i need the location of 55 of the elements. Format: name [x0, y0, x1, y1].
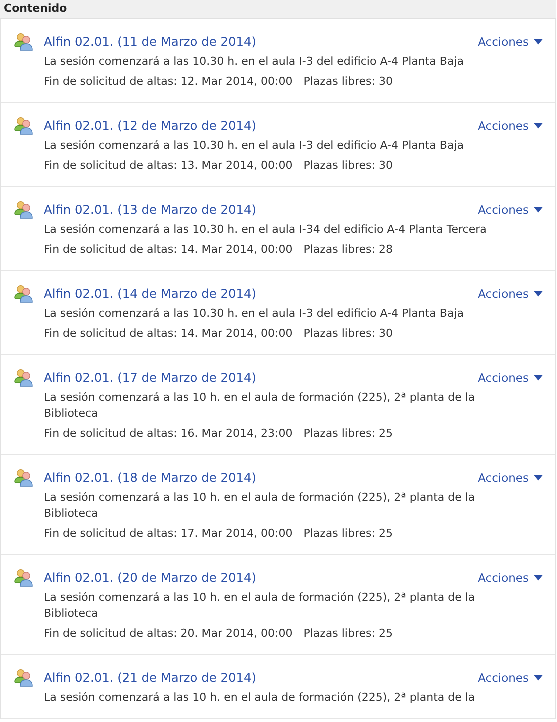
actions-menu-button[interactable]: Acciones — [478, 571, 543, 585]
deadline-text: Fin de solicitud de altas: 16. Mar 2014, 23:00 — [44, 426, 293, 442]
session-description: La sesión comenzará a las 10.30 h. en el aula I-34 del edificio A-4 Planta Tercera — [44, 222, 488, 238]
session-link[interactable]: Alfin 02.01. (12 de Marzo de 2014) — [44, 119, 256, 133]
deadline-text: Fin de solicitud de altas: 14. Mar 2014, 00:00 — [44, 326, 293, 342]
session-description: La sesión comenzará a las 10.30 h. en el aula I-3 del edificio A-4 Planta Baja — [44, 54, 465, 70]
actions-menu-button[interactable]: Acciones — [478, 35, 543, 49]
caret-icon — [534, 575, 543, 581]
caret-icon — [534, 291, 543, 297]
users-icon — [14, 568, 34, 588]
caret-icon — [534, 475, 543, 481]
users-icon — [14, 668, 34, 688]
session-link[interactable]: Alfin 02.01. (20 de Marzo de 2014) — [44, 571, 256, 585]
caret-icon — [534, 207, 543, 213]
caret-icon — [534, 675, 543, 681]
users-icon — [14, 468, 34, 488]
actions-menu-button[interactable]: Acciones — [478, 119, 543, 133]
actions-menu-button[interactable]: Acciones — [478, 371, 543, 385]
session-link[interactable]: Alfin 02.01. (13 de Marzo de 2014) — [44, 203, 256, 217]
session-description: La sesión comenzará a las 10 h. en el aula de formación (225), 2ª planta de la Biblioteca — [44, 590, 476, 622]
session-link[interactable]: Alfin 02.01. (14 de Marzo de 2014) — [44, 287, 256, 301]
actions-menu-button[interactable]: Acciones — [478, 203, 543, 217]
actions-menu-button[interactable]: Acciones — [478, 671, 543, 685]
session-description: La sesión comenzará a las 10 h. en el aula de formación (225), 2ª planta de la Biblioteca — [44, 390, 476, 422]
header-title: Contenido — [4, 2, 68, 15]
actions-menu-button[interactable]: Acciones — [478, 287, 543, 301]
users-icon — [14, 116, 34, 136]
session-description: La sesión comenzará a las 10.30 h. en el aula I-3 del edificio A-4 Planta Baja — [44, 306, 465, 322]
actions-menu-button[interactable]: Acciones — [478, 471, 543, 485]
seats-text: Plazas libres: 28 — [304, 242, 393, 258]
seats-text: Plazas libres: 25 — [304, 626, 393, 642]
deadline-text: Fin de solicitud de altas: 12. Mar 2014, 00:00 — [44, 74, 293, 90]
users-icon — [14, 32, 34, 52]
seats-text: Plazas libres: 30 — [304, 158, 393, 174]
seats-text: Plazas libres: 25 — [304, 426, 393, 442]
seats-text: Plazas libres: 30 — [304, 326, 393, 342]
session-description: La sesión comenzará a las 10 h. en el aula de formación (225), 2ª planta de la — [44, 690, 476, 706]
session-description: La sesión comenzará a las 10.30 h. en el aula I-3 del edificio A-4 Planta Baja — [44, 138, 465, 154]
session-link[interactable]: Alfin 02.01. (17 de Marzo de 2014) — [44, 371, 256, 385]
users-icon — [14, 368, 34, 388]
session-link[interactable]: Alfin 02.01. (18 de Marzo de 2014) — [44, 471, 256, 485]
session-link[interactable]: Alfin 02.01. (11 de Marzo de 2014) — [44, 35, 256, 49]
deadline-text: Fin de solicitud de altas: 20. Mar 2014, 00:00 — [44, 626, 293, 642]
users-icon — [14, 284, 34, 304]
caret-icon — [534, 39, 543, 45]
session-link[interactable]: Alfin 02.01. (21 de Marzo de 2014) — [44, 671, 256, 685]
users-icon — [14, 200, 34, 220]
caret-icon — [534, 375, 543, 381]
seats-text: Plazas libres: 30 — [304, 74, 393, 90]
session-description: La sesión comenzará a las 10 h. en el aula de formación (225), 2ª planta de la Biblioteca — [44, 490, 476, 522]
seats-text: Plazas libres: 25 — [304, 526, 393, 542]
caret-icon — [534, 123, 543, 129]
deadline-text: Fin de solicitud de altas: 13. Mar 2014, 00:00 — [44, 158, 293, 174]
deadline-text: Fin de solicitud de altas: 17. Mar 2014, 00:00 — [44, 526, 293, 542]
deadline-text: Fin de solicitud de altas: 14. Mar 2014, 00:00 — [44, 242, 293, 258]
